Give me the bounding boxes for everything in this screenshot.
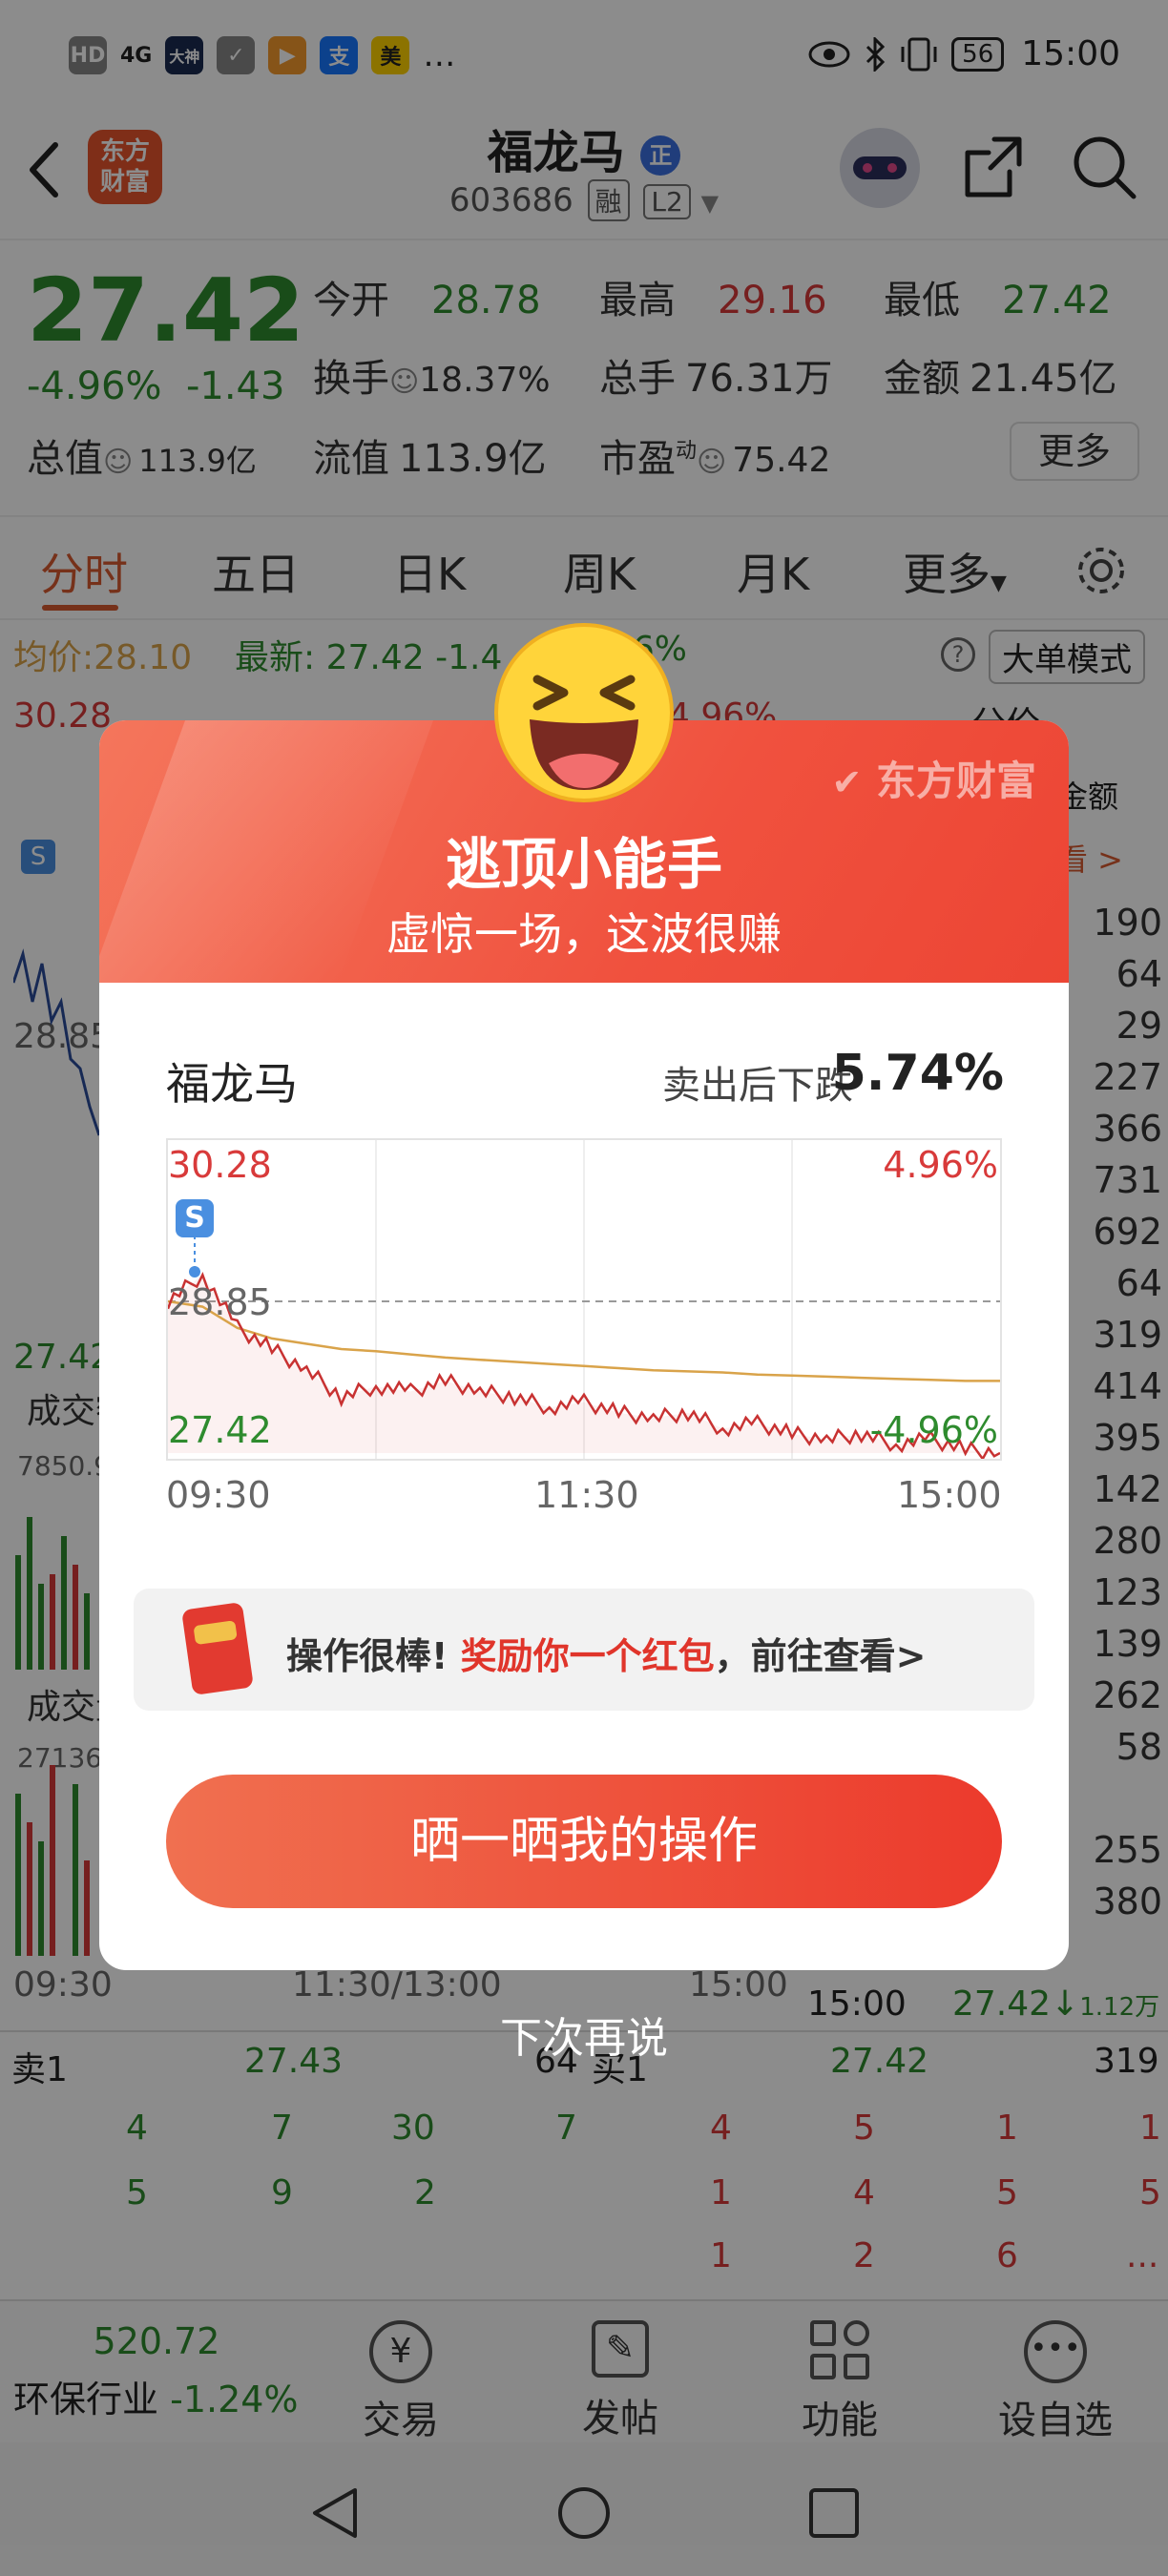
modal-stock-name: 福龙马 — [166, 1058, 298, 1110]
y-label-ref: 28.85 — [168, 1281, 272, 1323]
red-envelope-icon — [181, 1601, 254, 1696]
brand-watermark: ✔ 东方财富 — [831, 758, 1036, 804]
x-tick-end: 15:00 — [897, 1474, 1002, 1516]
x-tick-start: 09:30 — [166, 1474, 271, 1516]
drop-after-sell-value: 5.74% — [831, 1045, 1004, 1102]
y-label-low: 27.42 — [168, 1409, 272, 1451]
reward-banner[interactable]: 操作很棒! 奖励你一个红包，前往查看> — [134, 1589, 1034, 1711]
dismiss-link[interactable]: 下次再说 — [0, 2004, 1168, 2065]
y-label-pct-low: -4.96% — [869, 1409, 998, 1451]
laughing-emoji-icon — [494, 623, 674, 802]
y-label-high: 30.28 — [168, 1144, 272, 1186]
reward-text: 操作很棒! 奖励你一个红包，前往查看> — [286, 1635, 927, 1677]
mini-intraday-chart: 30.28 28.85 27.42 4.96% -4.96% S — [166, 1138, 1002, 1461]
modal-title: 逃顶小能手 — [445, 832, 722, 897]
achievement-modal: ✔ 东方财富 逃顶小能手 虚惊一场，这波很赚 福龙马 卖出后下跌 5.74% 3… — [99, 720, 1069, 1970]
drop-after-sell-label: 卖出后下跌 — [662, 1064, 853, 1108]
y-label-pct-high: 4.96% — [883, 1144, 998, 1186]
brand-logo-icon: ✔ — [831, 761, 863, 803]
x-tick-mid: 11:30 — [534, 1474, 639, 1516]
sell-marker: S — [176, 1199, 214, 1237]
modal-subtitle: 虚惊一场，这波很赚 — [386, 908, 782, 960]
share-operation-button[interactable]: 晒一晒我的操作 — [166, 1775, 1002, 1908]
sell-point — [189, 1266, 200, 1278]
